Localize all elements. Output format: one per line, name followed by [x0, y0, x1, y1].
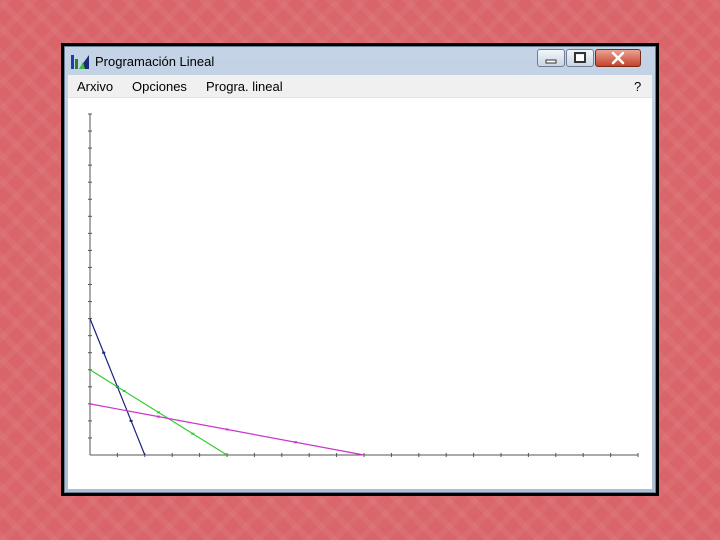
window-title: Programación Lineal	[95, 54, 215, 69]
menu-bar: Arxivo Opciones Progra. lineal ?	[68, 75, 652, 98]
line-marker-3	[157, 415, 160, 418]
line-marker-3	[294, 441, 297, 444]
minimize-icon	[545, 59, 557, 64]
maximize-icon	[574, 52, 586, 63]
minimize-button[interactable]	[537, 49, 565, 67]
menu-help[interactable]: ?	[634, 79, 641, 94]
title-bar[interactable]: Programación Lineal	[65, 47, 655, 75]
line-marker-2	[157, 411, 160, 414]
line-marker-1	[102, 351, 106, 354]
close-button[interactable]	[595, 49, 641, 67]
maximize-button[interactable]	[566, 49, 594, 67]
menu-progra-lineal[interactable]: Progra. lineal	[206, 79, 283, 94]
bar-chart-app-icon	[71, 55, 89, 69]
window-frame: Programación Lineal Arxivo Opciones Prog…	[64, 46, 656, 493]
line-marker-3	[225, 428, 229, 431]
close-icon	[611, 51, 625, 65]
menu-arxivo[interactable]: Arxivo	[77, 79, 113, 94]
line-marker-2	[122, 390, 126, 393]
linear-programming-chart	[88, 113, 639, 457]
app-window: Programación Lineal Arxivo Opciones Prog…	[61, 43, 659, 496]
chart-area	[68, 98, 652, 489]
line-marker-2	[191, 432, 195, 435]
line-marker-1	[129, 419, 133, 422]
menu-opciones[interactable]: Opciones	[132, 79, 187, 94]
